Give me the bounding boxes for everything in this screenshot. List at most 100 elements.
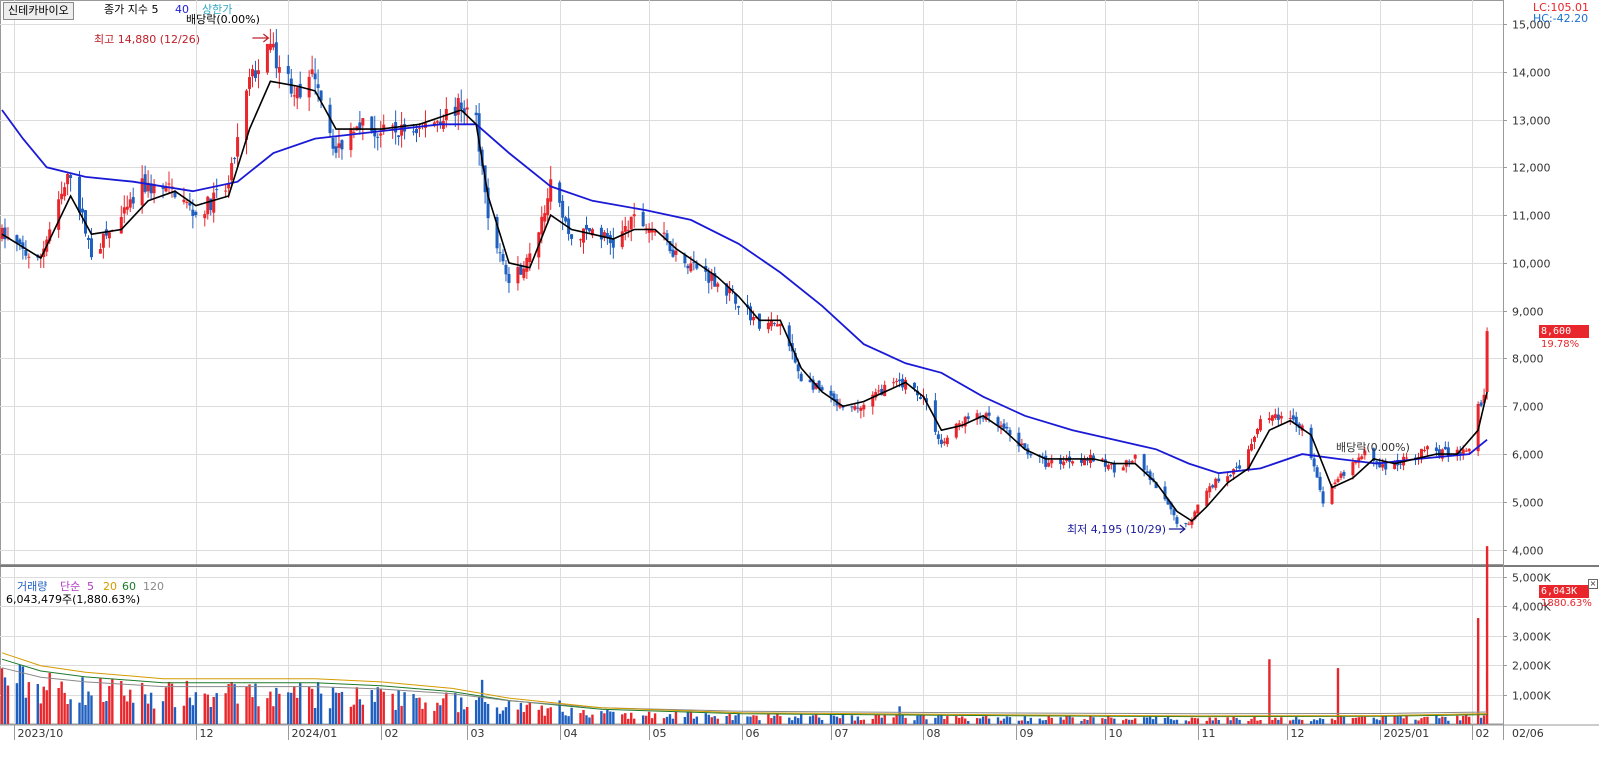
volume-bar bbox=[641, 715, 645, 724]
volume-bar bbox=[90, 695, 93, 724]
candle-body bbox=[417, 127, 421, 129]
volume-bar bbox=[251, 697, 254, 724]
candle-body bbox=[230, 163, 234, 181]
volume-bar bbox=[269, 691, 272, 724]
volume-bar bbox=[1110, 717, 1113, 724]
volume-bar bbox=[319, 693, 323, 724]
volume-bar bbox=[1456, 715, 1459, 724]
volume-ma5-label: 5 bbox=[87, 580, 94, 593]
volume-title: 거래량 bbox=[17, 580, 48, 593]
candle-body bbox=[611, 239, 615, 248]
candle-body bbox=[435, 121, 439, 123]
y-tick-label: 6,000 bbox=[1512, 449, 1544, 462]
candle-body bbox=[412, 131, 416, 133]
volume-bar bbox=[1396, 716, 1399, 724]
y-tick-label: 14,000 bbox=[1512, 67, 1551, 80]
volume-bar bbox=[439, 705, 442, 724]
volume-bar bbox=[1211, 720, 1214, 724]
volume-bar bbox=[310, 688, 314, 724]
volume-bar bbox=[445, 692, 448, 724]
volume-bar bbox=[683, 717, 687, 724]
volume-ma120-label: 120 bbox=[143, 580, 164, 593]
candle-body bbox=[194, 211, 198, 215]
candle-body bbox=[501, 254, 505, 262]
volume-bar bbox=[1339, 716, 1343, 724]
volume-bar bbox=[1315, 720, 1319, 724]
candle-body bbox=[292, 95, 296, 97]
volume-bar bbox=[501, 710, 505, 724]
volume-bar bbox=[773, 715, 776, 724]
volume-bar bbox=[1134, 718, 1137, 724]
candle-body bbox=[525, 257, 529, 272]
volume-bar bbox=[621, 714, 624, 724]
volume-bar bbox=[862, 719, 866, 724]
volume-bar bbox=[975, 718, 979, 724]
candle-body bbox=[1279, 415, 1283, 419]
candle-body bbox=[1109, 463, 1113, 465]
candle-body bbox=[1187, 523, 1191, 525]
candle-body bbox=[131, 197, 135, 204]
volume-bar bbox=[612, 711, 615, 724]
volume-bar bbox=[528, 702, 532, 724]
volume-bar bbox=[39, 703, 42, 724]
volume-bar bbox=[1417, 720, 1420, 724]
volume-bar bbox=[418, 697, 421, 724]
volume-bar bbox=[955, 716, 958, 724]
volume-bar bbox=[152, 708, 156, 724]
volume-bar bbox=[1330, 718, 1334, 724]
volume-bar bbox=[1298, 719, 1301, 724]
close-panel-icon[interactable]: × bbox=[1588, 579, 1598, 589]
stock-name-button[interactable]: 신테카바이오 bbox=[3, 2, 74, 20]
candle-body bbox=[1360, 456, 1364, 459]
candle-body bbox=[60, 193, 64, 200]
volume-bar bbox=[1435, 715, 1438, 724]
candle-body bbox=[584, 224, 588, 230]
volume-bar bbox=[1148, 716, 1152, 724]
candle-body bbox=[883, 384, 887, 397]
volume-bar bbox=[1062, 719, 1065, 724]
volume-bar bbox=[3, 677, 7, 724]
volume-ma20-label: 20 bbox=[103, 580, 117, 593]
volume-bar bbox=[42, 686, 45, 724]
candle-body bbox=[1321, 491, 1325, 504]
volume-bar bbox=[1017, 720, 1021, 724]
volume-bar bbox=[1321, 719, 1325, 724]
volume-bar bbox=[752, 715, 755, 724]
volume-bar bbox=[662, 718, 666, 724]
volume-bar bbox=[850, 715, 854, 724]
volume-bar bbox=[0, 668, 4, 724]
volume-bar bbox=[916, 715, 919, 724]
candle-body bbox=[119, 216, 123, 234]
volume-bar bbox=[591, 714, 594, 724]
volume-bar bbox=[725, 715, 728, 724]
volume-bar bbox=[919, 715, 922, 724]
volume-bar bbox=[188, 697, 192, 724]
candle-body bbox=[1050, 460, 1054, 464]
candle-body bbox=[224, 190, 228, 192]
volume-bar bbox=[600, 711, 603, 724]
candle-body bbox=[1133, 454, 1137, 459]
x-tick-label: 2025/01 bbox=[1384, 727, 1430, 740]
volume-bar bbox=[424, 702, 427, 724]
volume-bar bbox=[376, 687, 379, 724]
candle-body bbox=[1422, 449, 1426, 451]
volume-bar bbox=[811, 715, 815, 724]
volume-bar bbox=[236, 703, 239, 724]
volume-bar bbox=[1128, 719, 1131, 724]
candle-body bbox=[1255, 429, 1259, 435]
volume-bar bbox=[1142, 717, 1146, 724]
volume-bar bbox=[665, 716, 669, 724]
candle-body bbox=[253, 70, 257, 79]
candle-body bbox=[895, 380, 899, 382]
volume-bar bbox=[1059, 717, 1062, 724]
candle-body bbox=[1238, 465, 1242, 469]
volume-bar bbox=[731, 720, 734, 724]
volume-bar bbox=[630, 712, 633, 724]
candle-body bbox=[1318, 476, 1322, 490]
candle-body bbox=[987, 412, 991, 416]
candle-body bbox=[215, 189, 219, 191]
candle-body bbox=[27, 256, 31, 258]
volume-bar bbox=[454, 692, 457, 724]
candle-body bbox=[1217, 478, 1221, 482]
volume-bar bbox=[1187, 721, 1191, 724]
